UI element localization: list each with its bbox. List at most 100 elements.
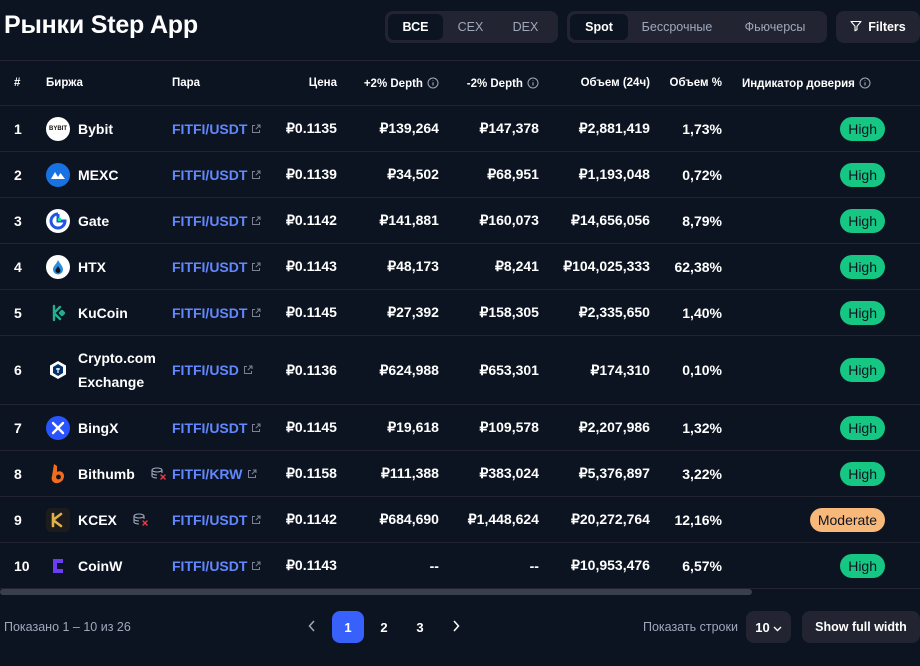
volume-pct-cell: 8,79% [649, 197, 722, 244]
table-row: 6 Crypto.com Exchange FITFI/USD ₽0.1136 ₽… [0, 335, 920, 405]
page-1-button[interactable]: 1 [332, 611, 364, 643]
volume-pct-cell: 62,38% [649, 243, 722, 290]
exchange-name[interactable]: KCEX [78, 508, 117, 532]
header-minus-depth[interactable]: -2% Depth [438, 60, 539, 106]
plus-depth-cell: ₽141,881 [336, 197, 439, 244]
header-confidence[interactable]: Индикатор доверия [721, 60, 920, 106]
exchange-cell: Crypto.com Exchange [32, 335, 172, 405]
page-2-button[interactable]: 2 [368, 611, 400, 643]
chevron-left-icon [308, 619, 316, 635]
kcex-logo [46, 507, 70, 532]
cryptocom-logo [46, 358, 70, 382]
pair-link[interactable]: FITFI/USDT [172, 121, 261, 137]
header-volume-pct[interactable]: Объем % [649, 60, 722, 106]
filter-perpetual[interactable]: Бессрочные [628, 14, 726, 40]
header-plus-depth[interactable]: +2% Depth [336, 60, 439, 106]
rows-per-page-value: 10 [755, 619, 770, 635]
header-exchange[interactable]: Биржа [32, 60, 172, 106]
rows-per-page-select[interactable]: 10 [746, 611, 791, 643]
external-link-icon [251, 124, 261, 134]
page-3-button[interactable]: 3 [404, 611, 436, 643]
top-bar: Рынки Step App ВСЕ CEX DEX Spot Бессрочн… [0, 0, 920, 58]
exchange-name[interactable]: HTX [78, 255, 106, 279]
volume-pct-cell: 0,72% [649, 151, 722, 198]
volume-cell: ₽14,656,056 [538, 197, 650, 244]
confidence-cell: High [721, 243, 920, 290]
prev-page-button[interactable] [296, 611, 328, 643]
volume-cell: ₽5,376,897 [538, 450, 650, 497]
next-page-button[interactable] [440, 611, 472, 643]
header-volume[interactable]: Объем (24ч) [538, 60, 650, 106]
pair-link[interactable]: FITFI/USDT [172, 305, 261, 321]
pair-link[interactable]: FITFI/USDT [172, 558, 261, 574]
exchange-type-filter: ВСЕ CEX DEX [385, 11, 558, 43]
pair-link[interactable]: FITFI/USDT [172, 167, 261, 183]
scrollbar-thumb[interactable] [0, 589, 752, 595]
pair-label: FITFI/USD [172, 362, 239, 378]
horizontal-scrollbar[interactable] [0, 589, 920, 595]
filters-button[interactable]: Filters [836, 11, 920, 43]
row-num: 9 [0, 496, 32, 543]
exchange-name-line1: Crypto.com [78, 350, 156, 366]
confidence-badge: High [840, 208, 885, 233]
show-full-width-button[interactable]: Show full width [802, 611, 920, 643]
table-row: 10 CoinW FITFI/USDT ₽0.1143 -- -- ₽10,95… [0, 542, 920, 589]
pair-link[interactable]: FITFI/USD [172, 362, 253, 378]
minus-depth-cell: ₽383,024 [438, 450, 539, 497]
pair-cell: FITFI/USDT [172, 151, 286, 198]
plus-depth-label: +2% Depth [363, 77, 423, 90]
info-icon[interactable] [527, 77, 539, 89]
pagination: 1 2 3 [296, 611, 476, 643]
pair-link[interactable]: FITFI/USDT [172, 512, 261, 528]
header-pair: Пара [172, 60, 286, 106]
filter-spot[interactable]: Spot [570, 14, 628, 40]
pair-label: FITFI/USDT [172, 212, 248, 229]
exchange-name[interactable]: CoinW [78, 554, 122, 578]
confidence-badge: Moderate [809, 507, 885, 532]
price-cell: ₽0.1145 [286, 289, 337, 336]
exchange-name[interactable]: Crypto.com Exchange [78, 346, 156, 394]
database-warning-icon[interactable] [133, 512, 149, 527]
exchange-name[interactable]: BingX [78, 416, 118, 440]
confidence-badge: High [840, 461, 885, 486]
rows-per-page-label: Показать строки [643, 620, 738, 634]
plus-depth-cell: ₽48,173 [336, 243, 439, 290]
info-icon[interactable] [427, 77, 439, 89]
confidence-badge: High [840, 300, 885, 325]
exchange-name[interactable]: KuCoin [78, 301, 128, 325]
pair-link[interactable]: FITFI/KRW [172, 466, 257, 482]
exchange-name[interactable]: Gate [78, 209, 109, 233]
info-icon[interactable] [859, 77, 871, 89]
price-cell: ₽0.1143 [286, 542, 337, 589]
coinw-logo [46, 554, 70, 578]
filter-dex[interactable]: DEX [498, 14, 553, 40]
minus-depth-label: -2% Depth [466, 77, 523, 90]
exchange-name[interactable]: Bybit [78, 117, 113, 141]
plus-depth-cell: ₽139,264 [336, 105, 439, 152]
volume-cell: ₽2,881,419 [538, 105, 650, 152]
confidence-badge: High [840, 116, 885, 141]
exchange-name[interactable]: Bithumb [78, 462, 135, 486]
pair-link[interactable]: FITFI/USDT [172, 420, 261, 436]
volume-cell: ₽2,207,986 [538, 404, 650, 451]
filter-all[interactable]: ВСЕ [388, 14, 443, 40]
row-num: 8 [0, 450, 32, 497]
filter-futures[interactable]: Фьючерсы [726, 14, 824, 40]
row-num: 3 [0, 197, 32, 244]
minus-depth-cell: ₽158,305 [438, 289, 539, 336]
external-link-icon [251, 423, 261, 433]
external-link-icon [251, 216, 261, 226]
table-header-row: # Биржа Пара Цена +2% Depth -2% Depth Об… [0, 60, 920, 106]
confidence-badge: High [840, 254, 885, 279]
header-price[interactable]: Цена [286, 60, 337, 106]
pair-link[interactable]: FITFI/USDT [172, 213, 261, 229]
pair-link[interactable]: FITFI/USDT [172, 259, 261, 275]
table-row: 5 KuCoin FITFI/USDT ₽0.1145 ₽27,392 ₽158… [0, 289, 920, 336]
confidence-badge: High [840, 553, 885, 578]
pair-label: FITFI/USDT [172, 419, 248, 436]
exchange-name[interactable]: MEXC [78, 163, 118, 187]
minus-depth-cell: ₽68,951 [438, 151, 539, 198]
database-warning-icon[interactable] [151, 466, 167, 481]
filter-cex[interactable]: CEX [443, 14, 498, 40]
table-row: 7 BingX FITFI/USDT ₽0.1145 ₽19,618 ₽109,… [0, 404, 920, 451]
